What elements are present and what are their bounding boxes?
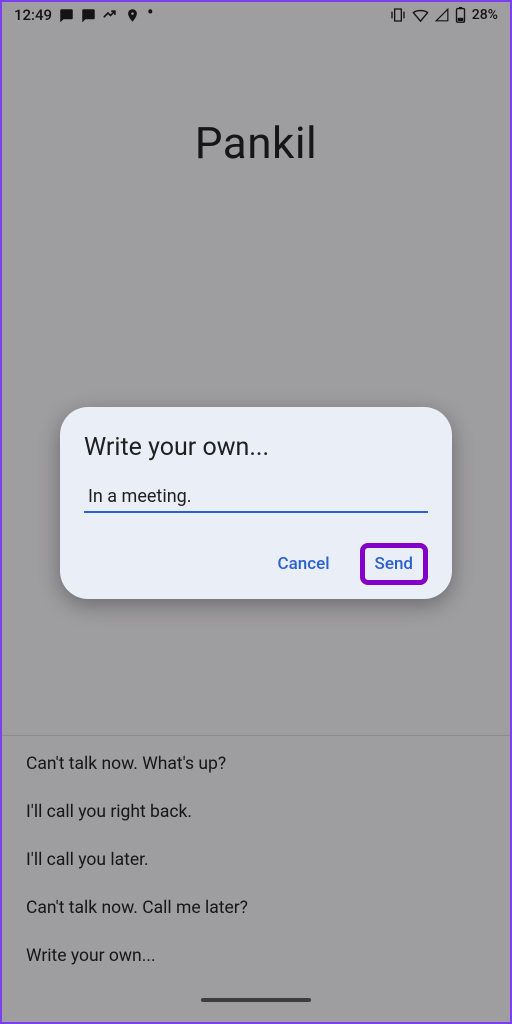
vibrate-icon <box>390 7 406 23</box>
send-button[interactable]: Send <box>375 554 413 574</box>
signal-icon <box>435 8 449 22</box>
location-icon <box>125 8 140 23</box>
missed-call-icon <box>103 8 118 23</box>
write-your-own-dialog: Write your own... Cancel Send <box>60 407 452 599</box>
battery-pct: 28% <box>472 7 498 23</box>
chat-bubble-icon <box>59 8 74 23</box>
battery-icon <box>455 7 466 23</box>
chat-bubble-icon <box>81 8 96 23</box>
caller-name: Pankil <box>2 117 510 169</box>
quick-response-item[interactable]: I'll call you later. <box>2 840 510 888</box>
custom-message-input[interactable] <box>84 486 428 513</box>
nav-pill[interactable] <box>201 998 311 1002</box>
dialog-title: Write your own... <box>84 433 428 462</box>
status-time: 12:49 <box>14 6 52 24</box>
tutorial-highlight: Send <box>360 543 428 585</box>
quick-response-item[interactable]: I'll call you right back. <box>2 792 510 840</box>
quick-response-item[interactable]: Can't talk now. What's up? <box>2 736 510 792</box>
quick-response-item[interactable]: Can't talk now. Call me later? <box>2 888 510 936</box>
quick-response-panel: Can't talk now. What's up? I'll call you… <box>2 735 510 1022</box>
cancel-button[interactable]: Cancel <box>266 544 342 584</box>
quick-response-item[interactable]: Write your own... <box>2 936 510 984</box>
wifi-icon <box>412 7 429 24</box>
status-bar: 12:49 • 28% <box>2 2 510 28</box>
